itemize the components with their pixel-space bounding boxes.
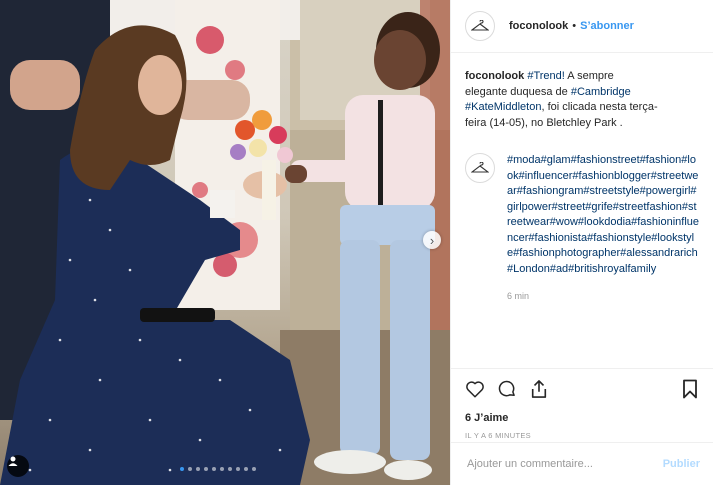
hashtag-link[interactable]: #Cambridge — [571, 86, 631, 98]
carousel-dot — [188, 467, 192, 471]
share-button[interactable] — [527, 377, 551, 401]
carousel-dot — [220, 467, 224, 471]
hanger-icon — [471, 20, 489, 31]
carousel-dot — [236, 467, 240, 471]
tagged-users-button[interactable] — [7, 455, 29, 477]
post-photo[interactable]: › — [0, 0, 450, 485]
caption-text: foconolook #Trend! A sempre elegante duq… — [465, 69, 658, 131]
post-image — [0, 0, 450, 485]
carousel-dot — [204, 467, 208, 471]
post-side-panel: foconolook • S’abonner foconolook #Trend… — [450, 0, 713, 485]
hanger-icon — [471, 162, 489, 173]
hashtag-link[interactable]: #KateMiddleton — [465, 101, 541, 113]
post-date[interactable]: IL Y A 6 MINUTES — [451, 424, 713, 440]
carousel-indicator — [180, 467, 256, 471]
heart-icon — [466, 381, 484, 398]
like-count[interactable]: 6 J’aime — [451, 403, 713, 424]
avatar[interactable] — [465, 153, 495, 183]
bookmark-icon — [683, 379, 697, 399]
like-button[interactable] — [463, 377, 487, 401]
comment-button[interactable] — [495, 377, 519, 401]
share-icon — [531, 380, 547, 398]
post-username[interactable]: foconolook — [509, 20, 568, 32]
next-photo-button[interactable]: › — [423, 231, 441, 249]
carousel-dot — [244, 467, 248, 471]
hashtag-list[interactable]: #moda#glam#fashionstreet#fashion#look#in… — [507, 153, 700, 277]
save-button[interactable] — [678, 377, 702, 401]
user-icon — [8, 456, 18, 466]
carousel-dot — [180, 467, 184, 471]
comment-time: 6 min — [507, 291, 530, 301]
carousel-dot — [196, 467, 200, 471]
comment-icon — [498, 380, 515, 397]
header-separator: • — [572, 20, 577, 32]
avatar[interactable] — [465, 11, 495, 41]
caption-username[interactable]: foconolook — [465, 70, 524, 82]
carousel-dot — [228, 467, 232, 471]
publish-button[interactable]: Publier — [663, 458, 700, 470]
post-header: foconolook • S’abonner — [451, 0, 713, 53]
hashtag-link[interactable]: #Trend! — [527, 70, 565, 82]
carousel-dot — [252, 467, 256, 471]
action-bar: 6 J’aime IL Y A 6 MINUTES — [451, 368, 713, 440]
hashtag-comment: #moda#glam#fashionstreet#fashion#look#in… — [465, 153, 699, 305]
comment-input[interactable] — [465, 457, 663, 471]
chevron-right-icon: › — [429, 232, 435, 248]
carousel-dot — [212, 467, 216, 471]
caption: foconolook #Trend! A sempre elegante duq… — [465, 69, 699, 131]
add-comment-bar: Publier — [451, 442, 713, 485]
follow-button[interactable]: S’abonner — [580, 20, 634, 32]
comments-section: foconolook #Trend! A sempre elegante duq… — [451, 53, 713, 305]
